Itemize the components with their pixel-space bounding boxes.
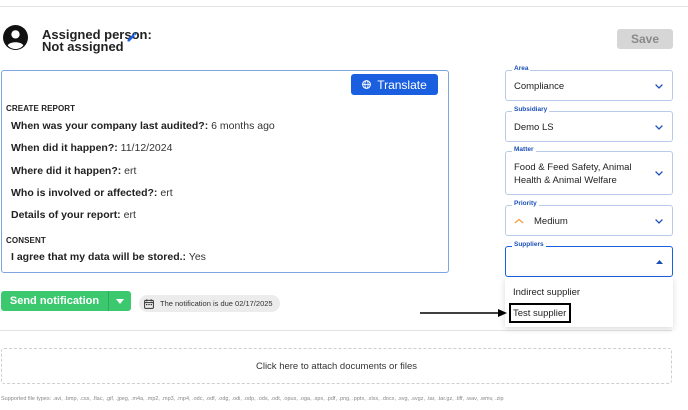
area-label: Area bbox=[512, 65, 531, 72]
matter-value-line1: Food & Feed Safety, Animal bbox=[514, 162, 632, 173]
priority-value: Medium bbox=[534, 216, 568, 227]
due-date-badge: The notification is due 02/17/2025 bbox=[139, 295, 280, 312]
calendar-icon bbox=[144, 298, 154, 309]
consent-item: I agree that my data will be stored.: Ye… bbox=[11, 251, 206, 263]
translate-button-label: Translate bbox=[377, 77, 427, 92]
area-value: Compliance bbox=[514, 81, 565, 92]
suppliers-select[interactable]: Suppliers bbox=[505, 241, 673, 277]
top-divider bbox=[0, 6, 688, 7]
matter-label: Matter bbox=[512, 146, 536, 153]
pointer-arrow bbox=[420, 309, 507, 317]
priority-select[interactable]: Priority Medium bbox=[505, 200, 673, 236]
dropdown-option-indirect-supplier[interactable]: Indirect supplier bbox=[513, 287, 580, 298]
send-options-button[interactable] bbox=[108, 291, 131, 311]
report-item: Who is involved or affected?: ert bbox=[11, 187, 173, 199]
send-notification-button[interactable]: Send notification bbox=[1, 291, 108, 311]
save-button[interactable]: Save bbox=[617, 29, 673, 49]
suppliers-label: Suppliers bbox=[512, 241, 546, 248]
matter-value-line2: Health & Animal Welfare bbox=[514, 175, 617, 186]
subsidiary-value: Demo LS bbox=[514, 122, 554, 133]
translate-button[interactable]: Translate bbox=[351, 74, 438, 95]
user-avatar-icon bbox=[3, 25, 28, 50]
section-divider bbox=[0, 330, 672, 331]
attach-files-dropzone[interactable]: Click here to attach documents or files bbox=[1, 348, 672, 384]
priority-medium-icon bbox=[514, 218, 524, 224]
supported-file-types: Supported file types: .avi, .bmp, .css, … bbox=[1, 396, 504, 402]
assigned-person-value: Not assigned bbox=[42, 39, 124, 54]
caret-up-icon bbox=[656, 260, 663, 264]
report-item: When was your company last audited?: 6 m… bbox=[11, 120, 275, 132]
due-date-text: The notification is due 02/17/2025 bbox=[160, 299, 273, 308]
globe-icon bbox=[362, 80, 372, 89]
send-notification-group: Send notification bbox=[1, 291, 131, 311]
report-item: Where did it happen?: ert bbox=[11, 165, 137, 177]
attach-files-label: Click here to attach documents or files bbox=[255, 360, 418, 372]
subsidiary-label: Subsidiary bbox=[512, 106, 550, 113]
report-item: Details of your report: ert bbox=[11, 209, 136, 221]
chevron-down-icon bbox=[655, 125, 663, 130]
chevron-down-icon bbox=[655, 219, 663, 224]
matter-select[interactable]: Matter Food & Feed Safety, Animal Health… bbox=[505, 146, 673, 195]
create-report-heading: CREATE REPORT bbox=[6, 104, 76, 113]
subsidiary-select[interactable]: Subsidiary Demo LS bbox=[505, 106, 673, 142]
report-item: When did it happen?: 11/12/2024 bbox=[11, 142, 173, 154]
caret-down-icon bbox=[116, 298, 124, 304]
chevron-down-icon bbox=[655, 171, 663, 176]
chevron-down-icon bbox=[655, 84, 663, 89]
area-select[interactable]: Area Compliance bbox=[505, 65, 673, 101]
consent-heading: CONSENT bbox=[6, 236, 46, 245]
option-highlight-box bbox=[509, 303, 571, 323]
priority-label: Priority bbox=[512, 200, 539, 207]
pencil-icon[interactable] bbox=[126, 31, 138, 43]
